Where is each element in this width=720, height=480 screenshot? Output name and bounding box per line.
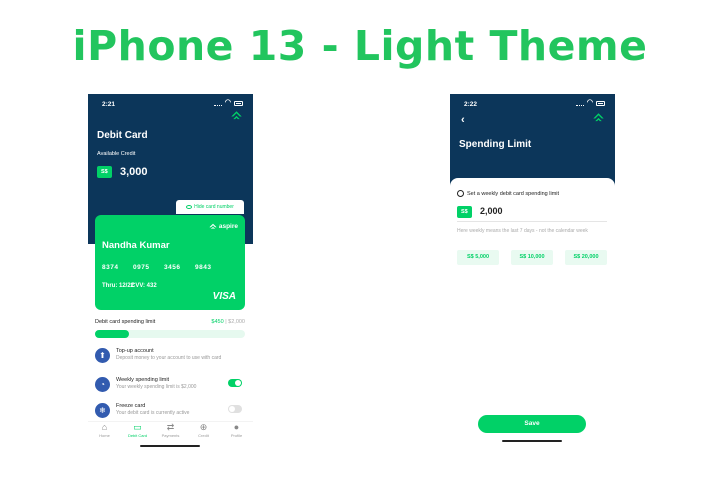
signal-icon — [213, 101, 222, 106]
subtitle-text: Set a weekly debit card spending limit — [467, 190, 560, 197]
page-title: iPhone 13 - Light Theme — [72, 22, 648, 70]
weekly-limit-option[interactable]: ◔ Weekly spending limit Your weekly spen… — [95, 375, 245, 401]
tab-payments[interactable]: ⇄ Payments — [156, 422, 186, 438]
weekly-limit-toggle[interactable] — [228, 379, 242, 387]
available-credit-label: Available Credit — [97, 151, 136, 157]
hide-card-number-label: Hide card number — [194, 204, 234, 210]
aspire-logo-icon — [231, 111, 242, 120]
screen-title: Spending Limit — [459, 139, 532, 150]
aspire-logo-icon — [209, 223, 217, 229]
debit-card-screen: 2:21 ◠ Debit Card Available Credit S$ 3,… — [88, 94, 253, 448]
preset-button[interactable]: S$ 10,000 — [511, 250, 553, 265]
card-number-group: 0975 — [133, 264, 150, 271]
status-bar: 2:22 ◠ — [450, 94, 615, 112]
spending-limit-value: $450 | $2,000 — [211, 319, 245, 325]
tab-label: Home — [99, 433, 110, 438]
option-desc: Your weekly spending limit is $2,000 — [116, 384, 197, 390]
spending-limit-sheet: Set a weekly debit card spending limit S… — [450, 178, 615, 448]
top-up-icon: ⬆ — [95, 348, 110, 363]
save-button[interactable]: Save — [478, 415, 586, 433]
option-desc: Your debit card is currently active — [116, 410, 190, 416]
card-icon: ▭ — [133, 422, 142, 432]
hide-card-number-button[interactable]: Hide card number — [176, 200, 244, 214]
currency-badge: S$ — [97, 166, 112, 178]
speedometer-icon — [457, 190, 464, 197]
freeze-card-toggle[interactable] — [228, 405, 242, 413]
tab-label: Debit Card — [127, 433, 148, 438]
status-time: 2:21 — [102, 101, 116, 108]
payments-icon: ⇄ — [166, 422, 175, 432]
preset-button[interactable]: S$ 5,000 — [457, 250, 499, 265]
tab-credit[interactable]: ⊕ Credit — [189, 422, 219, 438]
status-bar: 2:21 ◠ — [88, 94, 253, 112]
option-title: Top-up account — [116, 348, 154, 354]
spending-total: $2,000 — [228, 319, 245, 325]
home-indicator — [140, 445, 200, 447]
top-up-option[interactable]: ⬆ Top-up account Deposit money to your a… — [95, 346, 245, 372]
eye-off-icon — [186, 205, 193, 209]
spending-limit-label: Debit card spending limit — [95, 319, 156, 325]
option-desc: Deposit money to your account to use wit… — [116, 355, 222, 361]
option-title: Weekly spending limit — [116, 377, 170, 383]
wifi-icon: ◠ — [586, 99, 593, 106]
screen-title: Debit Card — [97, 130, 148, 141]
spending-limit-screen: 2:22 ◠ ‹ Spending Limit Set a weekly deb… — [450, 94, 615, 448]
credit-icon: ⊕ — [199, 422, 208, 432]
home-indicator — [502, 440, 562, 442]
signal-icon — [575, 101, 584, 106]
tab-label: Credit — [198, 433, 209, 438]
tab-profile[interactable]: ● Profile — [222, 422, 252, 438]
card-expiry: Thru: 12/22 — [102, 283, 135, 289]
wifi-icon: ◠ — [224, 99, 231, 106]
limit-note: Here weekly means the last 7 days - not … — [457, 228, 588, 234]
spending-used: $450 — [211, 319, 224, 325]
freeze-icon: ❄ — [95, 403, 110, 418]
status-time: 2:22 — [464, 101, 478, 108]
tab-label: Profile — [230, 433, 243, 438]
spending-progress-fill — [95, 330, 129, 338]
tab-label: Payments — [161, 433, 180, 438]
card-brand-name: aspire — [218, 223, 238, 230]
option-title: Freeze card — [116, 403, 146, 409]
battery-icon — [596, 100, 605, 106]
card-brand: aspire — [209, 223, 238, 230]
balance-amount: 3,000 — [120, 166, 148, 178]
back-icon[interactable]: ‹ — [461, 114, 465, 126]
card-number-group: 9843 — [195, 264, 212, 271]
card-number-group: 3456 — [164, 264, 181, 271]
status-icons: ◠ — [575, 99, 605, 106]
input-underline — [457, 221, 607, 222]
spending-limit-subtitle: Set a weekly debit card spending limit — [457, 190, 559, 197]
debit-card: aspire Nandha Kumar 8374 0975 3456 9843 … — [95, 215, 245, 310]
card-number-group: 8374 — [102, 264, 119, 271]
profile-icon: ● — [233, 422, 240, 432]
limit-amount-input[interactable]: 2,000 — [480, 206, 503, 216]
spending-progress-bar — [95, 330, 245, 338]
spending-limit-header: 2:22 ◠ ‹ Spending Limit — [450, 94, 615, 189]
visa-logo: VISA — [212, 291, 236, 302]
status-icons: ◠ — [213, 99, 243, 106]
cardholder-name: Nandha Kumar — [102, 240, 170, 251]
currency-badge: S$ — [457, 206, 472, 218]
tab-debit-card[interactable]: ▭ Debit Card — [123, 422, 153, 438]
aspire-logo-icon — [593, 113, 604, 122]
bottom-tab-bar: ⌂ Home ▭ Debit Card ⇄ Payments ⊕ Credit … — [88, 421, 253, 445]
preset-button[interactable]: S$ 20,000 — [565, 250, 607, 265]
home-icon: ⌂ — [101, 422, 108, 432]
speedometer-icon: ◔ — [95, 377, 110, 392]
battery-icon — [234, 100, 243, 106]
card-cvv: CVV: 432 — [131, 283, 157, 289]
tab-home[interactable]: ⌂ Home — [90, 422, 120, 438]
